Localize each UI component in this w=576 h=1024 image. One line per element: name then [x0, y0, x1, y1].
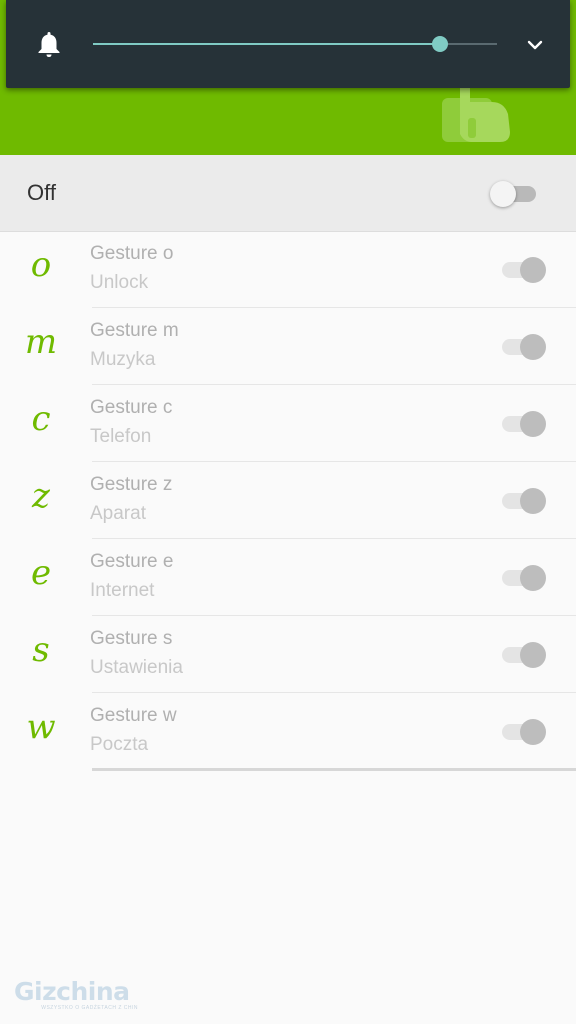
- volume-slider-thumb[interactable]: [432, 36, 449, 52]
- gesture-switch[interactable]: [498, 330, 550, 362]
- watermark-logo: Gizchina: [14, 977, 130, 1006]
- gesture-glyph: e: [30, 553, 52, 593]
- gesture-name: Gesture c: [90, 397, 173, 418]
- gesture-row-w[interactable]: w Gesture w Poczta: [0, 693, 576, 770]
- gesture-name: Gesture o: [90, 243, 174, 264]
- gesture-row-o[interactable]: o Gesture o Unlock: [0, 231, 576, 308]
- gesture-action: Muzyka: [90, 349, 156, 370]
- gesture-action: Unlock: [90, 272, 149, 293]
- gesture-action: Poczta: [90, 734, 149, 755]
- gesture-switch[interactable]: [498, 407, 550, 439]
- switch-thumb: [490, 181, 516, 207]
- gesture-row-c[interactable]: c Gesture c Telefon: [0, 385, 576, 462]
- volume-panel: [6, 0, 570, 88]
- gesture-action: Telefon: [90, 426, 152, 447]
- master-switch-label: Off: [27, 180, 56, 205]
- gesture-row-z[interactable]: z Gesture z Aparat: [0, 462, 576, 539]
- gesture-glyph: o: [30, 245, 52, 285]
- gesture-action: Ustawienia: [90, 657, 183, 678]
- chevron-down-icon[interactable]: [524, 34, 546, 56]
- gesture-name: Gesture z: [90, 474, 173, 495]
- switch-thumb: [520, 257, 546, 283]
- gesture-glyph: z: [32, 476, 50, 516]
- gesture-switch[interactable]: [498, 561, 550, 593]
- hand-gesture-icon: [442, 81, 510, 142]
- watermark: Gizchina WSZYSTKO O GADŻETACH Z CHIN: [14, 978, 138, 1014]
- gesture-name: Gesture m: [90, 320, 179, 341]
- watermark-tagline: WSZYSTKO O GADŻETACH Z CHIN: [41, 1005, 138, 1011]
- switch-thumb: [520, 488, 546, 514]
- gesture-name: Gesture w: [90, 705, 177, 726]
- gesture-row-s[interactable]: s Gesture s Ustawienia: [0, 616, 576, 693]
- switch-thumb: [520, 565, 546, 591]
- gesture-row-e[interactable]: e Gesture e Internet: [0, 539, 576, 616]
- volume-slider-fill: [93, 43, 441, 45]
- master-switch[interactable]: [490, 177, 542, 209]
- gesture-name: Gesture s: [90, 628, 173, 649]
- gesture-switch[interactable]: [498, 638, 550, 670]
- switch-thumb: [520, 642, 546, 668]
- gesture-action: Aparat: [90, 503, 146, 524]
- switch-thumb: [520, 719, 546, 745]
- gesture-switch[interactable]: [498, 484, 550, 516]
- gesture-action: Internet: [90, 580, 155, 601]
- list-end-divider: [92, 768, 576, 771]
- gesture-switch[interactable]: [498, 715, 550, 747]
- gesture-switch[interactable]: [498, 253, 550, 285]
- bell-icon[interactable]: [36, 30, 62, 58]
- gesture-row-m[interactable]: m Gesture m Muzyka: [0, 308, 576, 385]
- gesture-glyph: w: [26, 707, 56, 747]
- master-switch-row[interactable]: Off: [0, 155, 576, 232]
- gesture-glyph: m: [24, 322, 58, 362]
- gesture-glyph: s: [32, 630, 50, 670]
- gesture-name: Gesture e: [90, 551, 174, 572]
- gesture-glyph: c: [31, 399, 51, 439]
- volume-slider[interactable]: [93, 34, 497, 54]
- switch-thumb: [520, 411, 546, 437]
- switch-thumb: [520, 334, 546, 360]
